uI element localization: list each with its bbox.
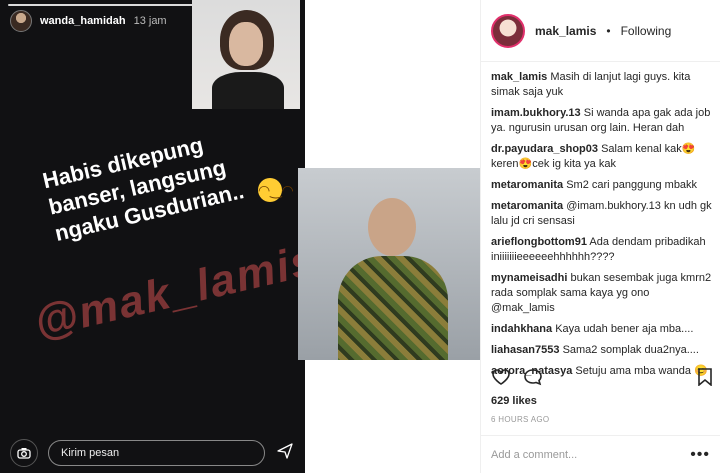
following-button[interactable]: Following — [621, 24, 672, 38]
post-image: wanda_hamidah 13 jam Habis dikepung bans… — [0, 0, 480, 473]
message-input[interactable]: Kirim pesan — [48, 440, 265, 466]
add-comment-bar: Add a comment... ••• — [481, 435, 720, 473]
avatar[interactable] — [491, 13, 525, 48]
comment-user[interactable]: metaromanita — [491, 200, 563, 212]
man-photo — [298, 168, 480, 360]
comments-list: mak_lamis Masih di lanjut lagi guys. kit… — [491, 70, 713, 385]
comment: mak_lamis Masih di lanjut lagi guys. kit… — [491, 70, 713, 100]
story-text: Habis dikepung banser, langsung ngaku Gu… — [40, 132, 247, 246]
story-screenshot: wanda_hamidah 13 jam Habis dikepung bans… — [0, 0, 305, 473]
comment-user[interactable]: indahkhana — [491, 323, 552, 335]
comment: metaromanita Sm2 cari panggung mbakk — [491, 178, 713, 193]
story-footer: Kirim pesan — [0, 433, 305, 473]
post-actions — [491, 367, 713, 391]
separator-dot: • — [606, 23, 611, 38]
comment: liahasan7553 Sama2 somplak dua2nya.... — [491, 343, 713, 358]
story-header: wanda_hamidah 13 jam — [10, 10, 167, 32]
comment-text: Sm2 cari panggung mbakk — [566, 179, 698, 191]
woman-photo — [192, 0, 300, 109]
comment-icon[interactable] — [523, 368, 543, 391]
comment-text: Sama2 somplak dua2nya.... — [562, 344, 699, 356]
instagram-screenshot: wanda_hamidah 13 jam Habis dikepung bans… — [0, 0, 720, 473]
post-sidebar: mak_lamis • Following mak_lamis Masih di… — [480, 0, 720, 473]
watermark: @mak_lamis — [30, 235, 305, 348]
comment-user[interactable]: dr.payudara_shop03 — [491, 143, 598, 155]
comment-user[interactable]: arieflongbottom91 — [491, 236, 587, 248]
heart-icon[interactable] — [491, 368, 511, 391]
comment-user[interactable]: mynameisadhi — [491, 272, 567, 284]
woman-face — [229, 22, 263, 66]
story-time: 13 jam — [133, 15, 167, 27]
more-options-icon[interactable]: ••• — [690, 446, 710, 464]
bookmark-icon[interactable] — [697, 367, 713, 391]
comment-text: Kaya udah bener aja mba.... — [555, 323, 694, 335]
comment-user[interactable]: metaromanita — [491, 179, 563, 191]
comment: metaromanita @imam.bukhory.13 kn udh gk … — [491, 199, 713, 229]
send-icon[interactable] — [275, 442, 295, 464]
man-head — [368, 198, 416, 256]
woman-body — [212, 72, 284, 109]
likes-count[interactable]: 629 likes — [491, 395, 537, 407]
comment-user[interactable]: mak_lamis — [491, 71, 547, 83]
story-username: wanda_hamidah — [40, 15, 126, 27]
comment-user[interactable]: imam.bukhory.13 — [491, 107, 581, 119]
smirk-emoji-icon: ◠‿◠ — [258, 178, 294, 202]
story-avatar — [10, 10, 32, 32]
post-username[interactable]: mak_lamis — [535, 24, 596, 38]
camera-icon[interactable] — [10, 439, 38, 467]
comment: mynameisadhi bukan sesembak juga kmrn2 r… — [491, 271, 713, 316]
comment: dr.payudara_shop03 Salam kenal kak😍 kere… — [491, 142, 713, 172]
post-header: mak_lamis • Following — [481, 0, 720, 62]
comment-user[interactable]: liahasan7553 — [491, 344, 560, 356]
comment: arieflongbottom91 Ada dendam pribadikah … — [491, 235, 713, 265]
post-timestamp: 6 HOURS AGO — [491, 415, 550, 424]
man-body — [338, 256, 448, 360]
add-comment-input[interactable]: Add a comment... — [491, 449, 690, 461]
comment: indahkhana Kaya udah bener aja mba.... — [491, 322, 713, 337]
comment: imam.bukhory.13 Si wanda apa gak ada job… — [491, 106, 713, 136]
